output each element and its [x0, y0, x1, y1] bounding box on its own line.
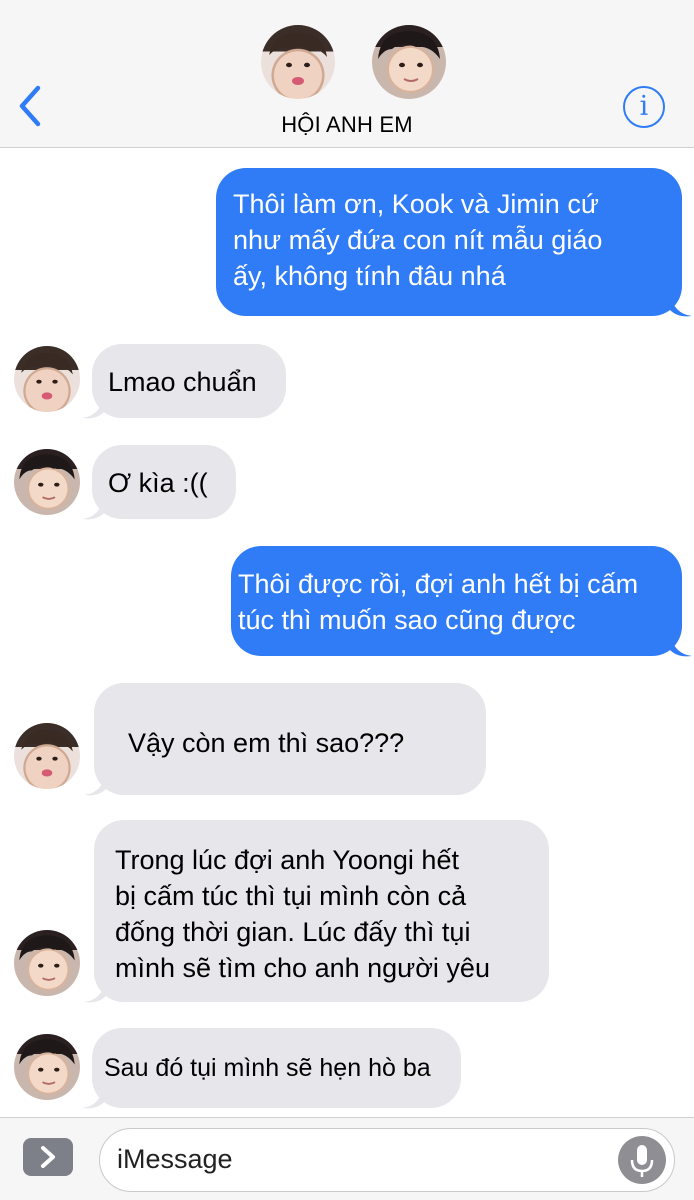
conversation-title: HỘI ANH EM: [281, 112, 413, 137]
message-bubble-outgoing: Thôi được rồi, đợi anh hết bị cấm túc th…: [231, 546, 682, 656]
message-text: Trong lúc đợi anh Yoongi hết bị cấm túc …: [115, 845, 490, 983]
bubble-tail: [670, 634, 692, 657]
sender-avatar[interactable]: [14, 930, 80, 996]
imessage-input[interactable]: iMessage: [99, 1128, 675, 1192]
sender-avatar[interactable]: [14, 723, 80, 789]
bubble-tail: [670, 294, 692, 317]
message-bubble-incoming: Vậy còn em thì sao???: [94, 683, 486, 795]
bubble-tail: [82, 396, 104, 419]
app-store-chevron-icon: [41, 1146, 55, 1168]
avatar-photo: [19, 935, 75, 981]
group-avatar-member-2[interactable]: [372, 25, 446, 99]
message-text: Ơ kìa :((: [108, 468, 208, 498]
input-placeholder: iMessage: [117, 1144, 233, 1174]
sender-avatar[interactable]: [14, 1034, 80, 1100]
info-button[interactable]: i: [623, 86, 665, 128]
info-icon: i: [639, 91, 649, 122]
message-bubble-incoming: Lmao chuẩn: [92, 344, 286, 418]
bubble-tail: [82, 497, 104, 520]
message-text: Lmao chuẩn: [108, 367, 257, 397]
avatar-photo: [21, 352, 73, 400]
group-avatar-member-1[interactable]: [261, 25, 335, 99]
bubble-tail: [84, 773, 106, 796]
apps-button[interactable]: [23, 1138, 73, 1176]
avatar-photo: [19, 454, 75, 500]
avatar-photo: [21, 729, 73, 777]
message-bubble-incoming: Trong lúc đợi anh Yoongi hết bị cấm túc …: [94, 820, 549, 1002]
message-bubble-incoming: Ơ kìa :((: [92, 445, 236, 519]
sender-avatar[interactable]: [14, 346, 80, 412]
message-text: Sau đó tụi mình sẽ hẹn hò ba: [104, 1054, 431, 1082]
dictation-button[interactable]: [618, 1136, 666, 1184]
avatar-photo: [269, 32, 327, 85]
conversation-header: HỘI ANH EM i: [0, 0, 694, 148]
avatar-photo: [378, 31, 440, 82]
message-text: Vậy còn em thì sao???: [128, 728, 405, 758]
message-text: Thôi được rồi, đợi anh hết bị cấm túc th…: [238, 569, 639, 635]
microphone-icon: [630, 1145, 654, 1177]
avatar-photo: [19, 1039, 75, 1085]
bubble-tail: [82, 1086, 104, 1109]
message-bubble-outgoing: Thôi làm ơn, Kook và Jimin cứ như mấy đứ…: [216, 168, 682, 316]
message-text: Thôi làm ơn, Kook và Jimin cứ như mấy đứ…: [233, 189, 603, 291]
bubble-tail: [84, 980, 106, 1003]
message-composer: iMessage: [0, 1117, 694, 1200]
sender-avatar[interactable]: [14, 449, 80, 515]
message-bubble-incoming: Sau đó tụi mình sẽ hẹn hò ba: [92, 1028, 461, 1108]
